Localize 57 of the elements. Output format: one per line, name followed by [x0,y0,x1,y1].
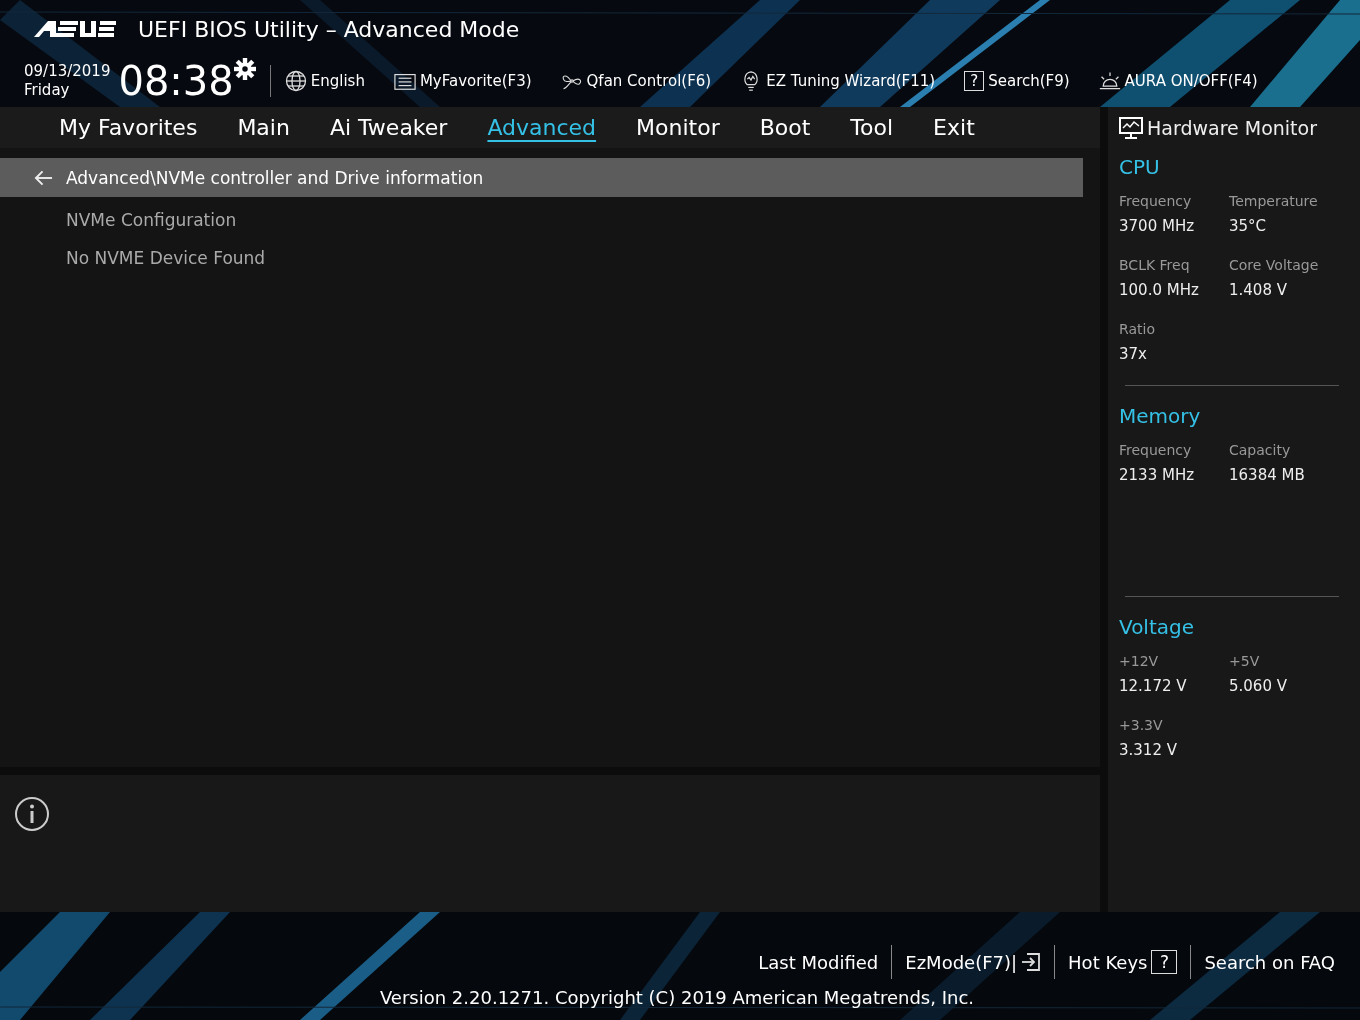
menu-tab[interactable]: Exit [933,115,975,140]
menu-tab[interactable]: My Favorites [59,115,198,140]
stat-value: 2133 MHz [1119,466,1196,484]
section-title: Voltage [1119,615,1196,639]
stat-label: Temperature [1229,193,1319,209]
menu-tab[interactable]: Boot [759,115,811,140]
stat-label: Frequency [1119,442,1193,458]
stat-label: Ratio [1119,321,1156,337]
stat-label: +5V [1229,653,1261,669]
footer-link[interactable]: Last Modified [745,951,892,973]
menu-tab[interactable]: Monitor [636,115,720,140]
help-icon: ? [964,71,985,91]
footer-link[interactable]: EzMode(F7)| [892,951,1055,973]
stat-value: 35°C [1229,217,1268,235]
version-text: Version 2.20.1271. Copyright (C) 2019 American Megatrends, Inc. [378,987,976,1008]
help-icon: ? [1151,950,1178,974]
stat-value: 37x [1119,345,1148,363]
stat-value: 3700 MHz [1119,217,1196,235]
stat-value: 12.172 V [1119,677,1188,695]
panel-title: Hardware Monitor [1147,117,1317,139]
stat-label: Capacity [1229,442,1292,458]
settings-icon[interactable] [233,58,256,80]
globe-icon [284,70,307,92]
toolbar-button[interactable]: Qfan Control(F6) [560,70,712,92]
day-text: Friday [24,81,71,100]
toolbar-button[interactable]: AURA ON/OFF(F4) [1098,70,1258,92]
menu-tab[interactable]: Tool [850,115,894,140]
window-title: UEFI BIOS Utility – Advanced Mode [138,16,520,42]
section-title: CPU [1119,155,1161,179]
toolbar-button[interactable]: ? Search(F9) [964,71,1070,91]
clock-time: 08:38 [118,59,234,103]
section-title: Memory [1119,404,1202,428]
stat-value: 1.408 V [1229,281,1288,299]
stat-value: 3.312 V [1119,741,1178,759]
stat-label: +12V [1119,653,1160,669]
lamp-icon [1098,70,1121,92]
stat-label: +3.3V [1119,717,1164,733]
back-arrow-icon [34,169,53,186]
toolbar-button[interactable]: EZ Tuning Wizard(F11) [740,70,936,92]
info-icon [14,796,50,832]
stat-label: Core Voltage [1229,257,1320,273]
stat-label: Frequency [1119,193,1193,209]
exit-icon [1021,952,1042,972]
menu-tab[interactable]: Advanced [487,115,597,140]
stat-label: BCLK Freq [1119,257,1191,273]
menu-tab[interactable]: Main [237,115,290,140]
stat-value: 16384 MB [1229,466,1306,484]
monitor-icon [1119,117,1143,139]
menu-tab[interactable]: Ai Tweaker [329,115,448,140]
toolbar-button[interactable]: English [284,70,365,92]
date-text: 09/13/2019 [24,62,111,81]
footer-link[interactable]: Hot Keys ? [1055,950,1191,974]
toolbar-button[interactable]: MyFavorite(F3) [393,70,532,92]
stat-value: 100.0 MHz [1119,281,1200,299]
breadcrumb-bar[interactable]: Advanced\NVMe controller and Drive information [0,158,1083,197]
footer-link[interactable]: Search on FAQ [1191,951,1348,973]
stat-value: 5.060 V [1229,677,1288,695]
